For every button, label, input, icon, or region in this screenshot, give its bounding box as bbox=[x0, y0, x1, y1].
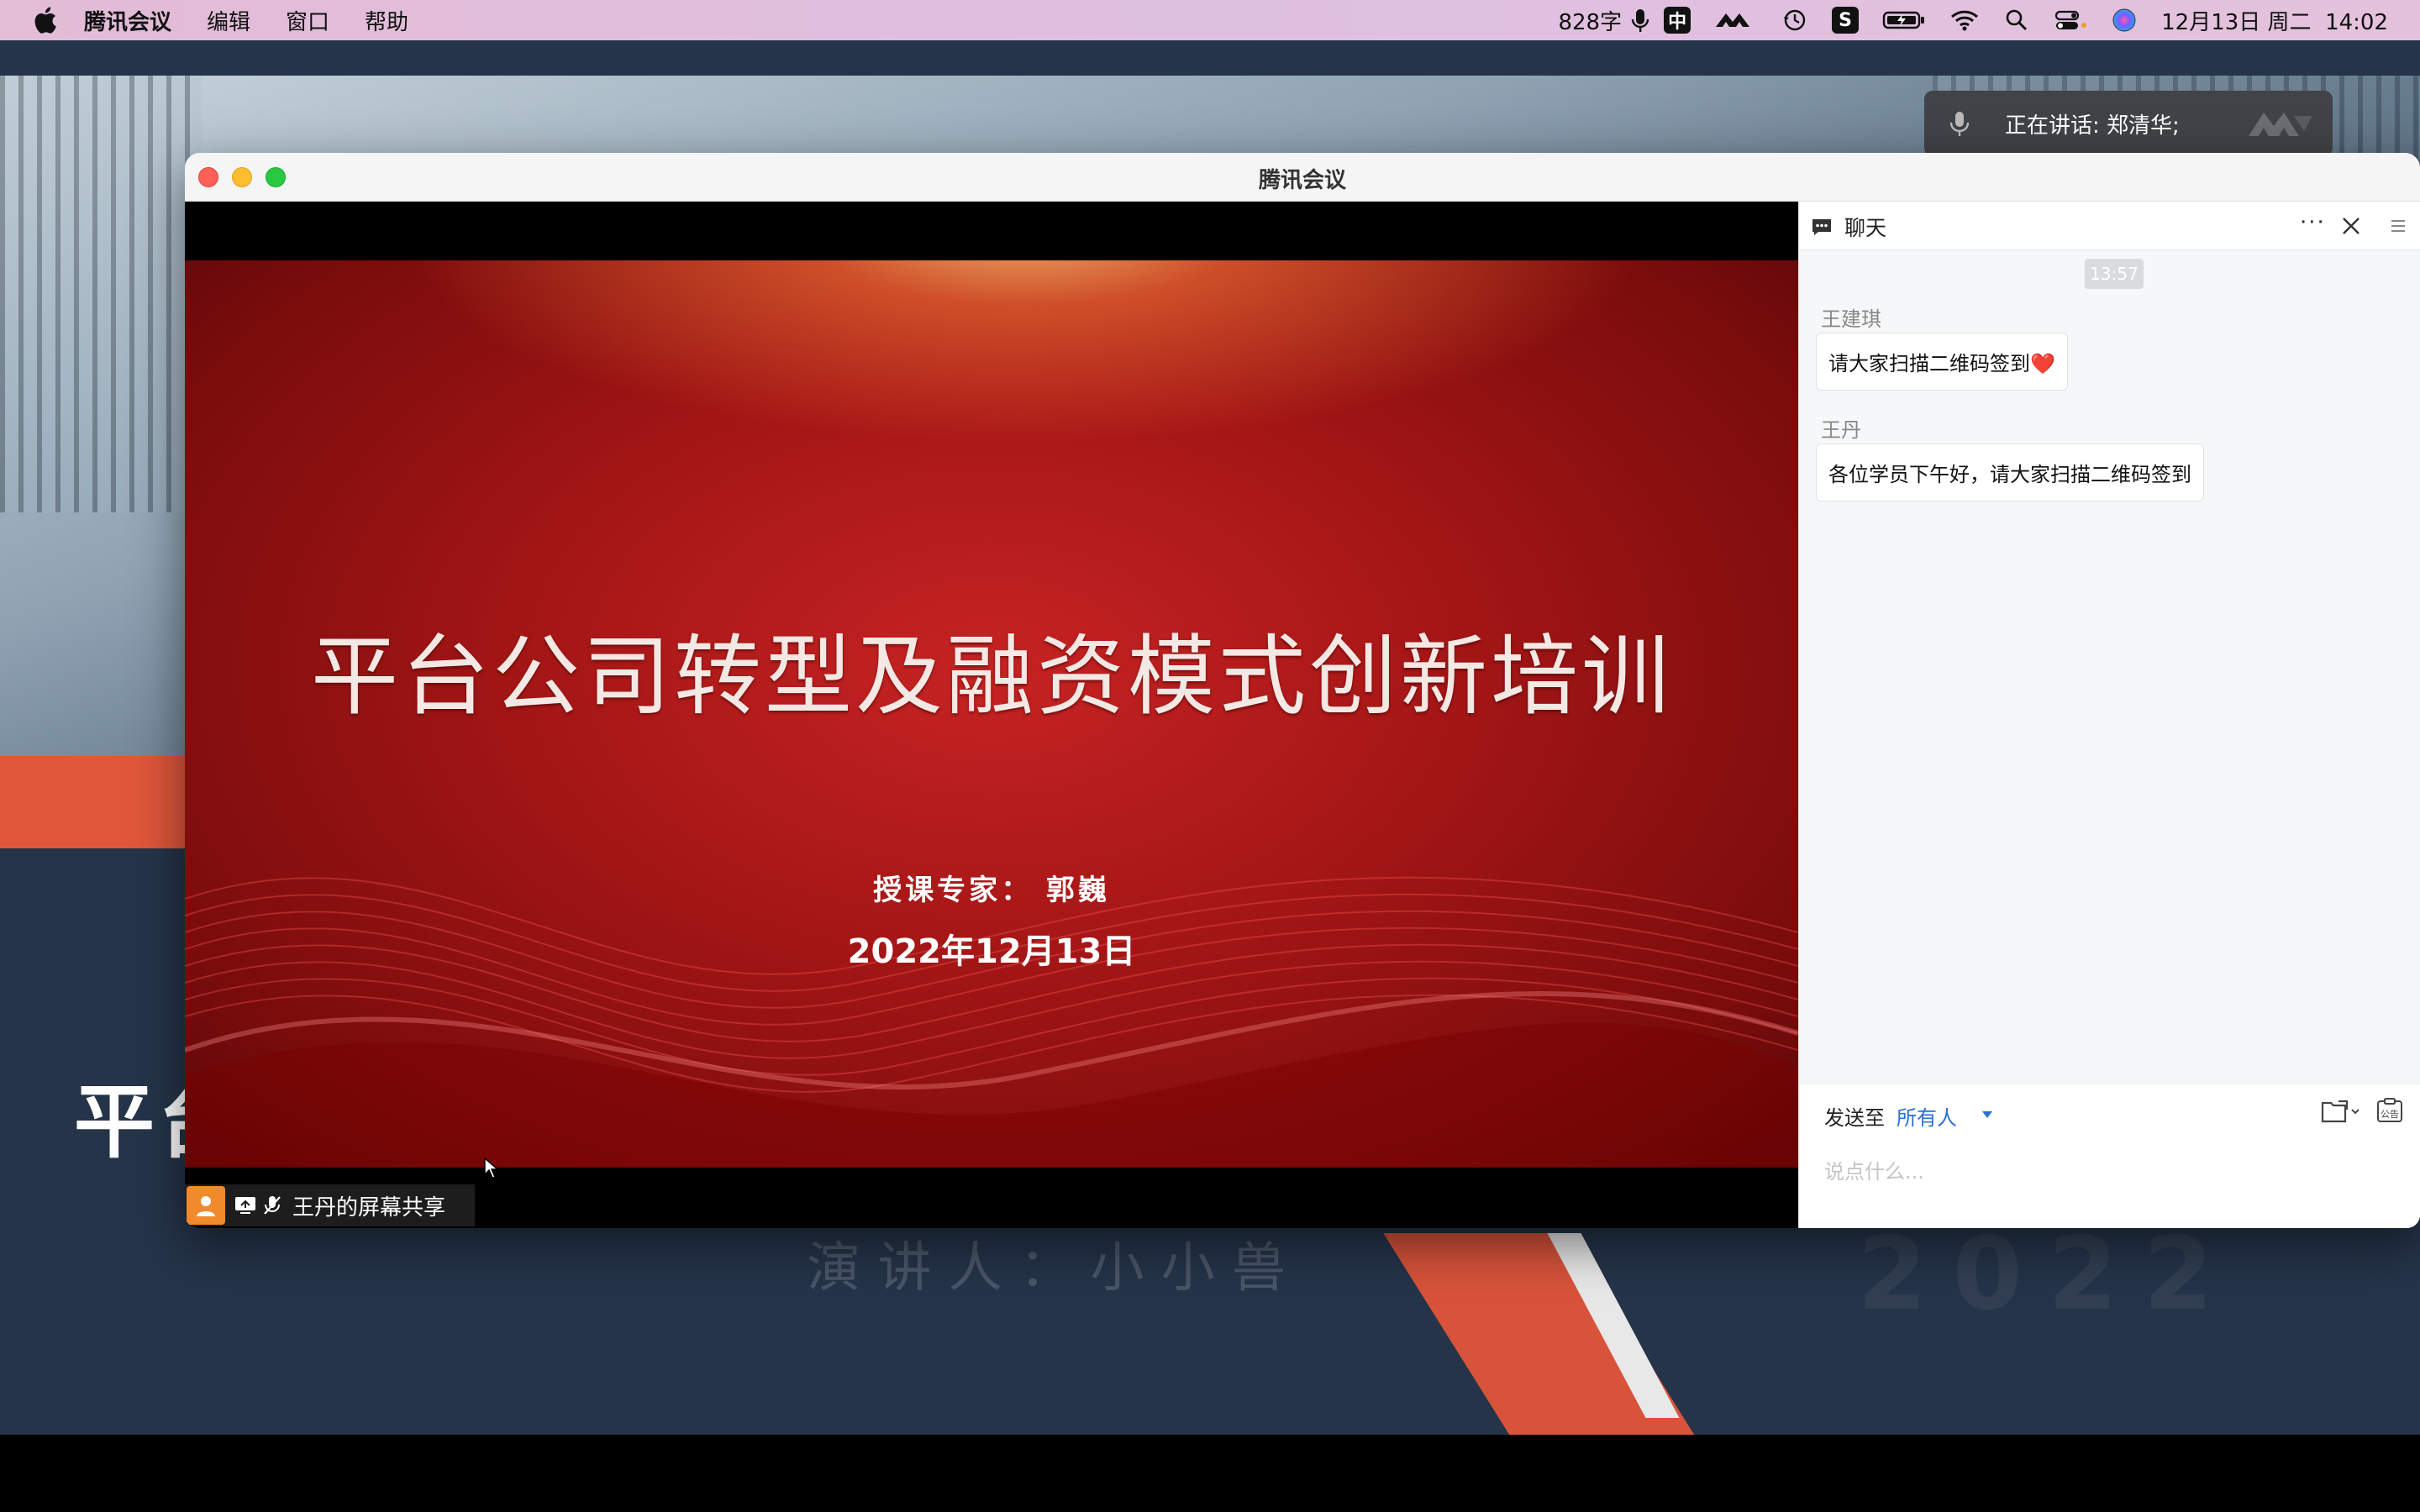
message-bubble[interactable]: 请大家扫描二维码签到❤️ bbox=[1816, 333, 2068, 391]
more-options-button[interactable]: ··· bbox=[2300, 210, 2326, 235]
sogou-input-icon[interactable]: S bbox=[1832, 7, 1860, 34]
window-titlebar[interactable]: 腾讯会议 bbox=[185, 153, 2420, 202]
slide-sparkle-decoration bbox=[395, 260, 1655, 445]
send-to-label: 发送至 bbox=[1824, 1106, 1885, 1130]
message-text: 请大家扫描二维码签到 bbox=[1828, 352, 2030, 375]
announcement-icon[interactable]: 公告 bbox=[2375, 1096, 2404, 1125]
message-sender: 王建琪 bbox=[1821, 307, 1881, 331]
microphone-icon[interactable] bbox=[1627, 7, 1654, 34]
message-bubble[interactable]: 各位学员下午好，请大家扫描二维码签到 bbox=[1816, 444, 2204, 501]
chat-compose-area: 发送至 所有人 公告 bbox=[1799, 1084, 2420, 1228]
microphone-muted-icon bbox=[264, 1196, 281, 1215]
chat-title: 聊天 bbox=[1844, 216, 1887, 240]
menu-app-name[interactable]: 腾讯会议 bbox=[84, 5, 171, 36]
wifi-icon[interactable] bbox=[1949, 7, 1980, 34]
desktop-slide-presenter-text: 演 讲 人 ： 小 小 兽 bbox=[807, 1237, 1286, 1299]
slide-expert: 授课专家： 郭巍 bbox=[873, 874, 1110, 907]
status-area: 828字 中 S 12月13日 周二 14:02 bbox=[1534, 0, 2388, 40]
close-icon[interactable] bbox=[2340, 215, 2362, 237]
tencent-meeting-logo-icon bbox=[2249, 113, 2312, 136]
meeting-window: 腾讯会议 平台公司转型及融资模式创新培训 授课专家： 郭巍 2022年12月13… bbox=[185, 153, 2420, 1228]
screen-share-label: 王丹的屏幕共享 bbox=[292, 1194, 446, 1221]
slide-title: 平台公司转型及融资模式创新培训 bbox=[310, 625, 1672, 727]
siri-icon[interactable] bbox=[2111, 7, 2138, 34]
chevron-down-icon[interactable] bbox=[1982, 1111, 1992, 1118]
shared-slide: 平台公司转型及融资模式创新培训 授课专家： 郭巍 2022年12月13日 bbox=[185, 260, 1798, 1168]
word-count: 828字 bbox=[1558, 9, 1623, 35]
avatar bbox=[187, 1186, 225, 1225]
sidebar-toggle-icon[interactable] bbox=[2389, 217, 2407, 235]
desktop-orange-band bbox=[0, 756, 202, 848]
screen-share-tag[interactable]: 王丹的屏幕共享 bbox=[185, 1184, 475, 1226]
user-icon bbox=[197, 1196, 215, 1216]
input-method-icon[interactable]: 中 bbox=[1664, 7, 1691, 34]
spotlight-search-icon[interactable] bbox=[2003, 7, 2030, 34]
slide-date: 2022年12月13日 bbox=[847, 932, 1136, 971]
bottom-letterbox bbox=[0, 1436, 2420, 1512]
mouse-cursor-icon bbox=[484, 1158, 499, 1179]
window-title: 腾讯会议 bbox=[1258, 168, 1346, 193]
slide-wave-decoration bbox=[185, 876, 1798, 1168]
heart-emoji: ❤️ bbox=[2030, 352, 2055, 375]
clock-datetime[interactable]: 12月13日 周二 14:02 bbox=[2161, 5, 2388, 36]
tencent-meeting-tray-icon[interactable] bbox=[1714, 7, 1758, 34]
chat-panel: 聊天 ··· 13:57 王建琪 请大家扫描二维码签到❤️ 王丹 各位学员下午好… bbox=[1798, 202, 2420, 1228]
screen-share-icon bbox=[235, 1197, 255, 1214]
message-timestamp: 13:57 bbox=[2085, 259, 2144, 289]
menu-bar: 腾讯会议 编辑 窗口 帮助 828字 中 S 12月13日 周二 14:02 bbox=[0, 0, 2420, 40]
file-send-icon[interactable] bbox=[2320, 1098, 2360, 1125]
desktop-slide-year: 2022 bbox=[1857, 1216, 2238, 1333]
microphone-icon bbox=[1949, 112, 1970, 136]
chat-icon bbox=[1812, 219, 1831, 235]
control-center-icon[interactable] bbox=[2054, 7, 2087, 34]
apple-icon[interactable] bbox=[32, 6, 57, 34]
message-text: 各位学员下午好，请大家扫描二维码签到 bbox=[1828, 463, 2191, 486]
message-sender: 王丹 bbox=[1821, 418, 1861, 442]
chat-message-input[interactable] bbox=[1824, 1147, 2396, 1197]
menu-window[interactable]: 窗口 bbox=[286, 5, 329, 36]
menu-edit[interactable]: 编辑 bbox=[207, 5, 250, 36]
announcement-label: 公告 bbox=[2381, 1109, 2399, 1120]
send-to-dropdown[interactable]: 所有人 bbox=[1897, 1101, 1957, 1131]
menu-help[interactable]: 帮助 bbox=[365, 5, 408, 36]
speaking-indicator: 正在讲话: 郑清华; bbox=[1924, 91, 2333, 156]
chat-header: 聊天 ··· bbox=[1799, 202, 2420, 250]
screen-share-view[interactable]: 平台公司转型及融资模式创新培训 授课专家： 郭巍 2022年12月13日 bbox=[185, 202, 1798, 1228]
speaking-text: 正在讲话: 郑清华; bbox=[2005, 113, 2180, 139]
battery-icon[interactable] bbox=[1882, 7, 1926, 34]
time-machine-icon[interactable] bbox=[1781, 7, 1808, 34]
